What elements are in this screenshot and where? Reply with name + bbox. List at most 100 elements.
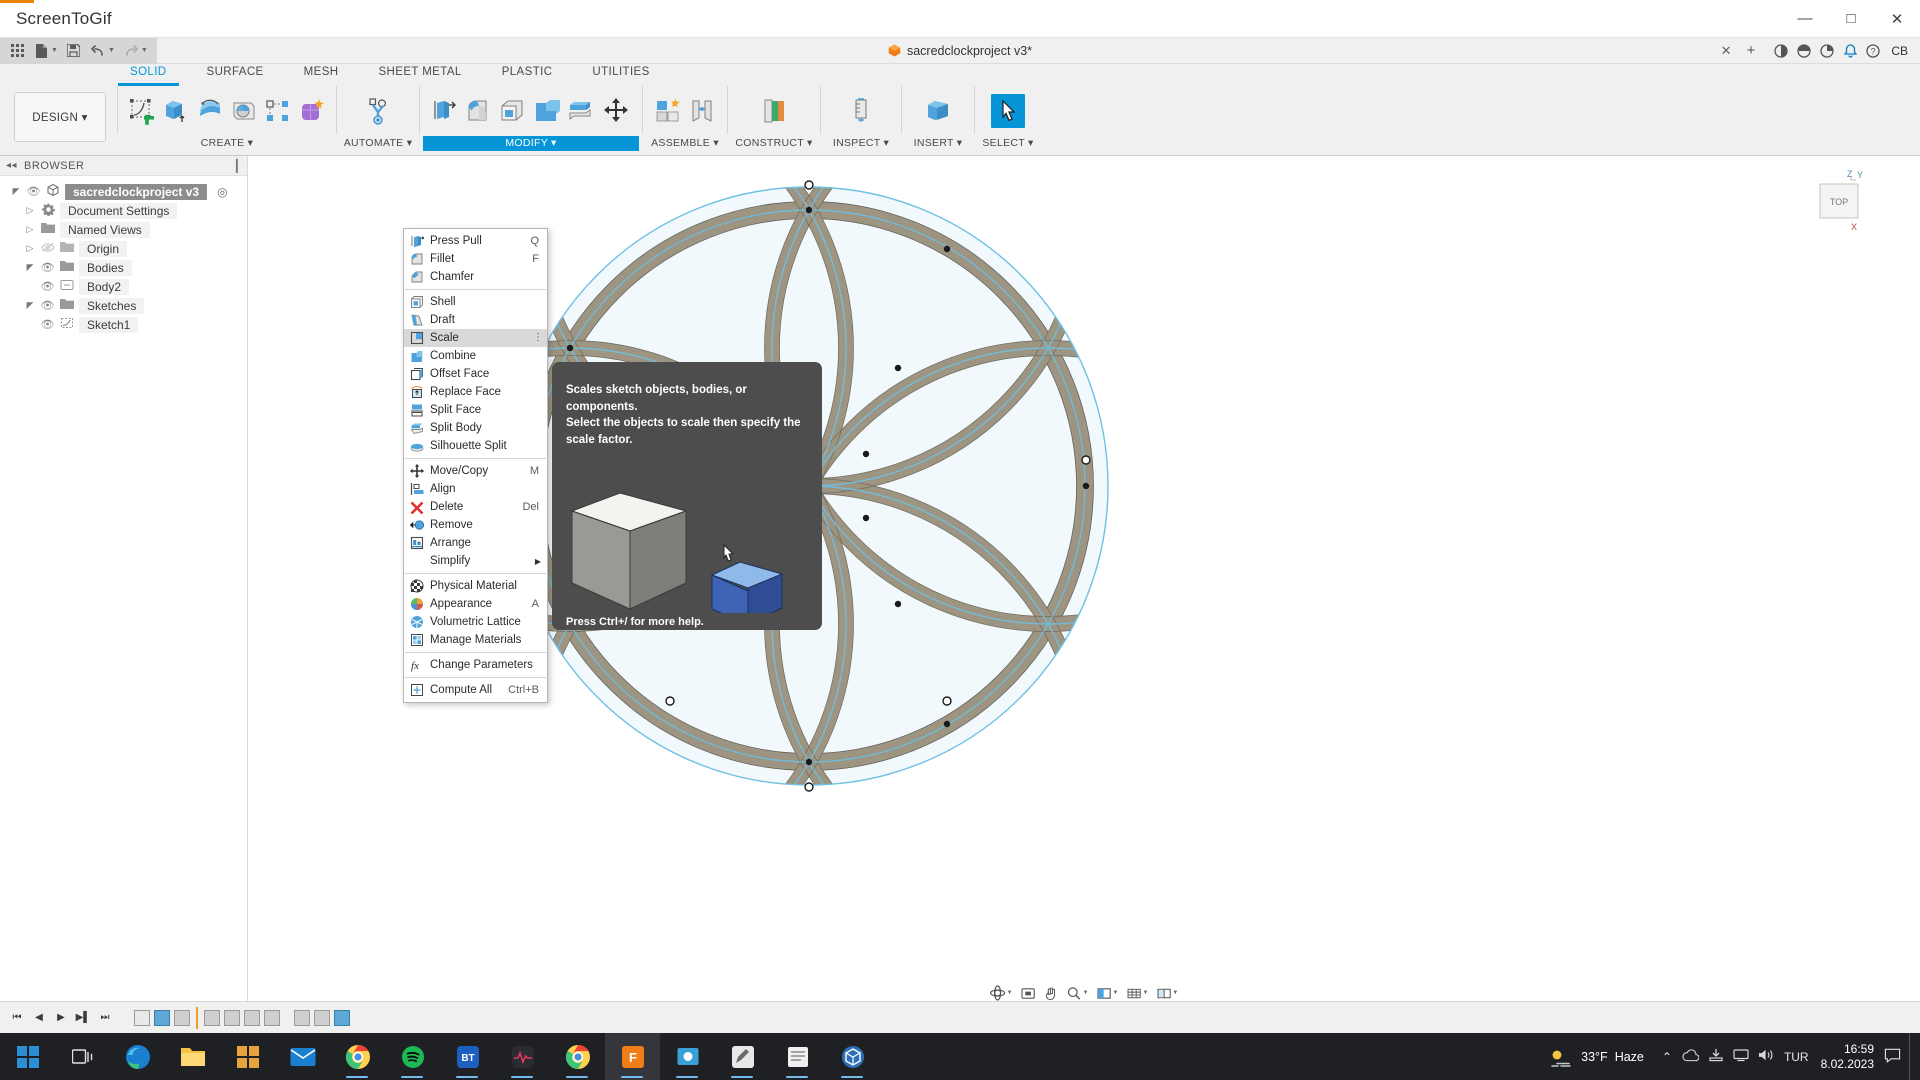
- play-button[interactable]: ▶: [52, 1008, 70, 1028]
- weather-widget[interactable]: 33°F Haze: [1538, 1047, 1654, 1067]
- visibility-eye-icon[interactable]: 👁: [26, 185, 41, 198]
- teams-app-icon[interactable]: [715, 1033, 770, 1080]
- shell-tool[interactable]: [495, 94, 529, 128]
- language-indicator[interactable]: TUR: [1784, 1050, 1809, 1064]
- display-caret-icon[interactable]: ▼: [1113, 990, 1119, 996]
- timeline-feature-node[interactable]: [334, 1009, 350, 1026]
- heart-rate-app-icon[interactable]: [495, 1033, 550, 1080]
- tree-item-bodies[interactable]: ◤ 👁 Bodies: [0, 258, 247, 277]
- panel-inspect-label[interactable]: INSPECT ▾: [833, 136, 889, 151]
- menu-item-silhouette-split[interactable]: Silhouette Split: [404, 437, 547, 455]
- redo-caret-icon[interactable]: ▼: [141, 47, 148, 54]
- panel-construct-label[interactable]: CONSTRUCT ▾: [735, 136, 812, 151]
- menu-item-draft[interactable]: Draft: [404, 311, 547, 329]
- menu-item-scale[interactable]: Scale ⋮: [404, 329, 547, 347]
- offset-plane-tool[interactable]: [757, 94, 791, 128]
- menu-item-combine[interactable]: Combine: [404, 347, 547, 365]
- timeline-feature-node[interactable]: [294, 1009, 310, 1026]
- user-initials-badge[interactable]: CB: [1885, 44, 1914, 58]
- volume-icon[interactable]: [1758, 1048, 1775, 1065]
- google-chrome-icon[interactable]: [330, 1033, 385, 1080]
- tree-item-sketch1[interactable]: 👁 Sketch1: [0, 315, 247, 334]
- timeline-feature-node[interactable]: [264, 1009, 280, 1026]
- expander-closed-icon[interactable]: ▷: [24, 243, 36, 254]
- joint-tool[interactable]: [685, 94, 719, 128]
- start-button[interactable]: [0, 1033, 55, 1080]
- menu-item-chamfer[interactable]: Chamfer: [404, 268, 547, 286]
- sweep-tool[interactable]: [227, 94, 261, 128]
- maximize-button[interactable]: □: [1828, 0, 1874, 37]
- orbit-caret-icon[interactable]: ▼: [1007, 990, 1013, 996]
- combine-tool[interactable]: [529, 94, 563, 128]
- activate-component-radio[interactable]: ◎: [217, 185, 227, 199]
- network-icon[interactable]: [1733, 1048, 1749, 1065]
- tree-item-origin[interactable]: ▷ Origin: [0, 239, 247, 258]
- menu-item-press-pull[interactable]: Press Pull Q: [404, 232, 547, 250]
- microsoft-store-icon[interactable]: [220, 1033, 275, 1080]
- timeline-feature-node[interactable]: [314, 1009, 330, 1026]
- step-back-button[interactable]: ◀: [30, 1008, 48, 1028]
- new-tab-icon[interactable]: +: [1747, 42, 1756, 59]
- menu-item-split-body[interactable]: Split Body: [404, 419, 547, 437]
- tab-utilities[interactable]: UTILITIES: [572, 64, 669, 84]
- tab-mesh[interactable]: MESH: [284, 64, 359, 84]
- menu-item-remove[interactable]: Remove: [404, 516, 547, 534]
- screentogif-icon[interactable]: [660, 1033, 715, 1080]
- jump-end-button[interactable]: ⏭: [96, 1008, 114, 1028]
- timeline-feature-node[interactable]: [204, 1009, 220, 1026]
- view-cube[interactable]: TOP Y Z X: [1804, 169, 1874, 240]
- tab-plastic[interactable]: PLASTIC: [482, 64, 573, 84]
- microsoft-edge-icon[interactable]: [110, 1033, 165, 1080]
- workspace-selector[interactable]: DESIGN ▾: [14, 92, 106, 142]
- menu-item-offset-face[interactable]: Offset Face: [404, 365, 547, 383]
- menu-item-move-copy[interactable]: Move/Copy M: [404, 462, 547, 480]
- close-tab-icon[interactable]: ✕: [1721, 43, 1732, 59]
- menu-item-overflow-icon[interactable]: ⋮: [533, 333, 543, 343]
- panel-insert-label[interactable]: INSERT ▾: [914, 136, 963, 151]
- rectangular-pattern-tool[interactable]: [261, 94, 295, 128]
- menu-item-physical-material[interactable]: Physical Material: [404, 577, 547, 595]
- bt-app-icon[interactable]: BT: [440, 1033, 495, 1080]
- notifications-icon[interactable]: [1839, 40, 1861, 62]
- timeline-feature-node[interactable]: [224, 1009, 240, 1026]
- revolve-tool[interactable]: [193, 94, 227, 128]
- expander-closed-icon[interactable]: ▷: [24, 205, 36, 216]
- visibility-eye-icon[interactable]: 👁: [40, 299, 55, 312]
- panel-assemble-label[interactable]: ASSEMBLE ▾: [651, 136, 719, 151]
- create-form-tool[interactable]: [295, 94, 329, 128]
- fusion-360-icon[interactable]: F: [605, 1033, 660, 1080]
- new-document-caret-icon[interactable]: ▼: [51, 47, 58, 54]
- browser-pin-icon[interactable]: ┃: [233, 159, 241, 173]
- tab-sheet-metal[interactable]: SHEET METAL: [358, 64, 481, 84]
- create-sketch-tool[interactable]: [125, 94, 159, 128]
- menu-item-simplify[interactable]: Simplify ▶: [404, 552, 547, 570]
- visibility-eye-icon[interactable]: 👁: [40, 261, 55, 274]
- menu-item-volumetric-lattice[interactable]: Volumetric Lattice: [404, 613, 547, 631]
- undo-icon[interactable]: [87, 40, 109, 62]
- new-component-tool[interactable]: [651, 94, 685, 128]
- tree-item-body2[interactable]: 👁 Body2: [0, 277, 247, 296]
- new-document-icon[interactable]: [30, 40, 52, 62]
- step-forward-button[interactable]: ▶▌: [74, 1008, 92, 1028]
- tree-item-root[interactable]: ◤ 👁 sacredclockproject v3 ◎: [0, 182, 247, 201]
- timeline-feature-node[interactable]: [154, 1009, 170, 1026]
- clock[interactable]: 16:59 8.02.2023: [1817, 1042, 1884, 1072]
- safely-remove-icon[interactable]: [1708, 1048, 1724, 1065]
- menu-item-shell[interactable]: Shell: [404, 293, 547, 311]
- menu-item-compute-all[interactable]: Compute All Ctrl+B: [404, 681, 547, 699]
- panel-automate-label[interactable]: AUTOMATE ▾: [344, 136, 413, 151]
- file-explorer-icon[interactable]: [165, 1033, 220, 1080]
- expander-closed-icon[interactable]: ▷: [24, 224, 36, 235]
- tree-item-sketches[interactable]: ◤ 👁 Sketches: [0, 296, 247, 315]
- menu-item-arrange[interactable]: Arrange: [404, 534, 547, 552]
- cad-app-icon[interactable]: [825, 1033, 880, 1080]
- panel-select-label[interactable]: SELECT ▾: [982, 136, 1033, 151]
- help-icon[interactable]: ?: [1862, 40, 1884, 62]
- extrude-tool[interactable]: [159, 94, 193, 128]
- menu-item-change-parameters[interactable]: fx Change Parameters: [404, 656, 547, 674]
- split-body-tool[interactable]: [563, 94, 597, 128]
- spotify-icon[interactable]: [385, 1033, 440, 1080]
- panel-create-label[interactable]: CREATE ▾: [201, 136, 253, 151]
- press-pull-tool[interactable]: [427, 94, 461, 128]
- visibility-eye-icon[interactable]: 👁: [40, 318, 55, 331]
